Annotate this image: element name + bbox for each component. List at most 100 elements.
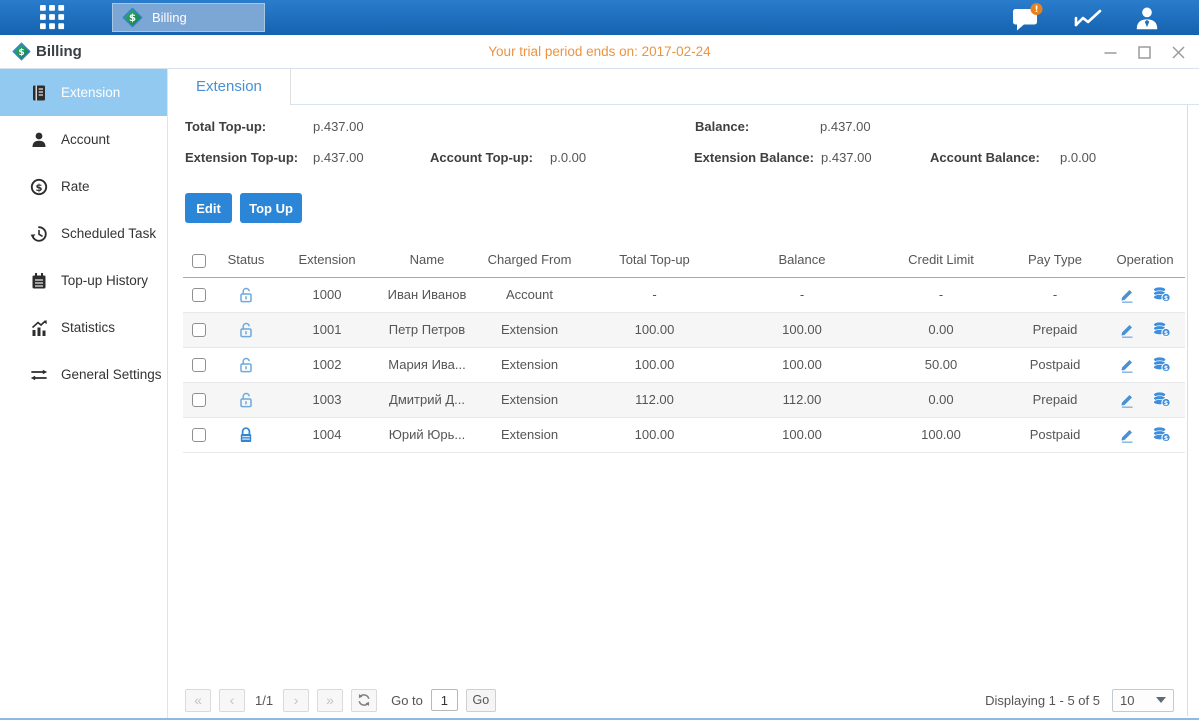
balance-cell: 100.00 xyxy=(727,417,877,452)
tabs-row: Extension xyxy=(168,69,1199,105)
status-cell xyxy=(238,321,254,336)
row-checkbox[interactable] xyxy=(192,323,206,337)
unlocked-icon xyxy=(238,321,254,339)
extension-cell: 1002 xyxy=(277,347,377,382)
sidebar-item-label: Rate xyxy=(61,179,90,194)
edit-row-icon[interactable] xyxy=(1119,427,1135,443)
row-checkbox[interactable] xyxy=(192,393,206,407)
sidebar-item-label: Account xyxy=(61,132,110,147)
page-size-select[interactable]: 10 xyxy=(1112,689,1174,712)
taskbar-item-billing[interactable]: $ Billing xyxy=(112,3,265,32)
svg-text:!: ! xyxy=(1034,5,1038,15)
sidebar-item-scheduled-task[interactable]: Scheduled Task xyxy=(0,210,167,257)
first-page-button[interactable]: « xyxy=(185,689,211,712)
sidebar-item-topup-history[interactable]: Top-up History xyxy=(0,257,167,304)
sidebar-item-rate[interactable]: $ Rate xyxy=(0,163,167,210)
header-operation: Operation xyxy=(1105,243,1185,277)
edit-row-icon[interactable] xyxy=(1119,357,1135,373)
topup-row-icon[interactable]: $ xyxy=(1152,356,1171,373)
edit-row-icon[interactable] xyxy=(1119,287,1135,303)
maximize-icon[interactable] xyxy=(1138,46,1151,59)
prev-page-button[interactable]: ‹ xyxy=(219,689,245,712)
name-cell: Юрий Юрь... xyxy=(377,417,477,452)
sidebar-item-general-settings[interactable]: General Settings xyxy=(0,351,167,398)
row-checkbox[interactable] xyxy=(192,358,206,372)
taskbar-item-label: Billing xyxy=(152,10,187,25)
top-up-button[interactable]: Top Up xyxy=(240,193,302,223)
total-topup-cell: 100.00 xyxy=(582,312,727,347)
table-row: 1004 Юрий Юрь... Extension 100.00 100.00… xyxy=(183,417,1185,452)
name-cell: Дмитрий Д... xyxy=(377,382,477,417)
history-clock-icon xyxy=(30,225,48,243)
svg-text:$: $ xyxy=(1164,400,1168,407)
user-account-icon[interactable] xyxy=(1133,4,1161,32)
table-header-row: Status Extension Name Charged From Total… xyxy=(183,243,1185,277)
topup-row-icon[interactable]: $ xyxy=(1152,321,1171,338)
header-credit-limit: Credit Limit xyxy=(877,243,1005,277)
header-status: Status xyxy=(215,243,277,277)
goto-page-input[interactable] xyxy=(431,689,458,711)
last-page-button[interactable]: » xyxy=(317,689,343,712)
account-balance-value: p.0.00 xyxy=(1060,150,1096,165)
balance-value: p.437.00 xyxy=(820,119,871,134)
account-topup-label: Account Top-up: xyxy=(430,150,533,165)
refresh-button[interactable] xyxy=(351,689,377,712)
topup-row-icon[interactable]: $ xyxy=(1152,391,1171,408)
topup-row-icon[interactable]: $ xyxy=(1152,286,1171,303)
total-topup-cell: 112.00 xyxy=(582,382,727,417)
chart-arrow-icon xyxy=(30,319,48,337)
header-total-topup: Total Top-up xyxy=(582,243,727,277)
chevron-down-icon xyxy=(1156,697,1166,703)
statistics-chart-icon[interactable] xyxy=(1073,5,1103,31)
sidebar-item-extension[interactable]: Extension xyxy=(0,69,167,116)
topup-row-icon[interactable]: $ xyxy=(1152,426,1171,443)
charged-from-cell: Extension xyxy=(477,312,582,347)
header-extension: Extension xyxy=(277,243,377,277)
close-icon[interactable] xyxy=(1172,46,1185,59)
status-cell xyxy=(238,426,254,441)
sidebar-item-statistics[interactable]: Statistics xyxy=(0,304,167,351)
sidebar-item-label: Scheduled Task xyxy=(61,226,156,241)
total-topup-cell: - xyxy=(582,277,727,312)
pay-type-cell: - xyxy=(1005,277,1105,312)
go-button[interactable]: Go xyxy=(466,689,496,712)
row-checkbox[interactable] xyxy=(192,428,206,442)
content-right-divider xyxy=(1187,105,1188,716)
svg-text:$: $ xyxy=(36,182,43,193)
balance-cell: 100.00 xyxy=(727,347,877,382)
unlocked-icon xyxy=(238,286,254,304)
sliders-icon xyxy=(30,366,48,384)
edit-row-icon[interactable] xyxy=(1119,392,1135,408)
select-all-checkbox[interactable] xyxy=(192,254,206,268)
extension-balance-value: p.437.00 xyxy=(821,150,872,165)
extension-table: Status Extension Name Charged From Total… xyxy=(183,243,1185,453)
locked-icon xyxy=(238,426,254,444)
goto-label: Go to xyxy=(391,693,423,708)
svg-text:$: $ xyxy=(1164,295,1168,302)
balance-cell: 100.00 xyxy=(727,312,877,347)
balance-label: Balance: xyxy=(695,119,749,134)
status-cell xyxy=(238,286,254,301)
minimize-icon[interactable] xyxy=(1104,46,1117,59)
ledger-icon xyxy=(30,84,48,102)
displaying-text: Displaying 1 - 5 of 5 xyxy=(985,693,1100,708)
edit-row-icon[interactable] xyxy=(1119,322,1135,338)
header-balance: Balance xyxy=(727,243,877,277)
next-page-button[interactable]: › xyxy=(283,689,309,712)
credit-limit-cell: 100.00 xyxy=(877,417,1005,452)
row-checkbox[interactable] xyxy=(192,288,206,302)
notifications-chat-icon[interactable]: ! xyxy=(1011,3,1043,33)
sidebar-item-label: General Settings xyxy=(61,367,162,382)
table-row: 1000 Иван Иванов Account - - - - xyxy=(183,277,1185,312)
extension-topup-label: Extension Top-up: xyxy=(185,150,298,165)
extension-balance-label: Extension Balance: xyxy=(694,150,814,165)
tab-extension[interactable]: Extension xyxy=(168,69,291,105)
account-balance-label: Account Balance: xyxy=(930,150,1040,165)
edit-button[interactable]: Edit xyxy=(185,193,232,223)
person-icon xyxy=(30,131,48,149)
notepad-icon xyxy=(30,272,48,290)
apps-grid-icon[interactable] xyxy=(40,5,66,31)
desktop-topbar: $ Billing ! xyxy=(0,0,1199,35)
unlocked-icon xyxy=(238,391,254,409)
sidebar-item-account[interactable]: Account xyxy=(0,116,167,163)
